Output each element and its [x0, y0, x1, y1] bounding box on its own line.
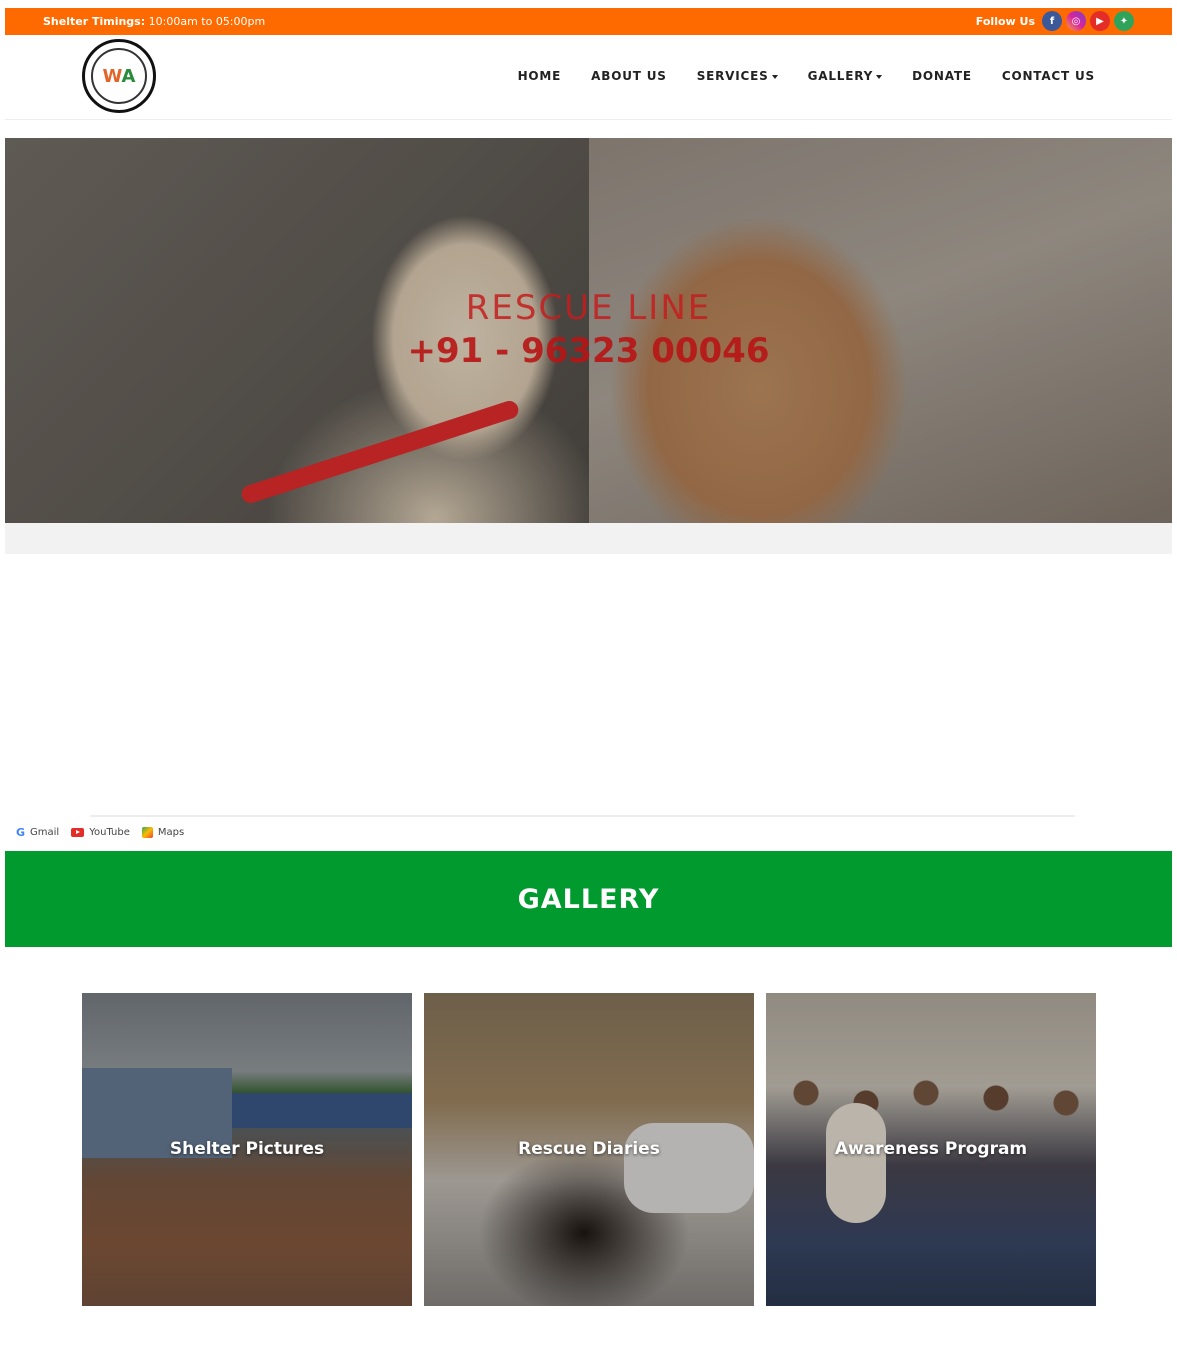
follow-us-label: Follow Us: [975, 14, 1035, 28]
gallery-header-band: GALLERY: [5, 851, 1172, 947]
bookmark-maps-label: Maps: [157, 827, 185, 838]
gallery-title: GALLERY: [517, 883, 660, 915]
chevron-down-icon: [771, 74, 778, 79]
nav-contact-us[interactable]: CONTACT US: [1002, 69, 1095, 83]
nav-gallery-label: GALLERY: [807, 69, 874, 83]
site-header: WA HOME ABOUT US SERVICES GALLERY DONATE…: [5, 35, 1172, 120]
bookmarks-bar: G Gmail YouTube Maps: [16, 826, 184, 839]
logo-mark: WA: [103, 66, 136, 87]
shelter-timings-value: 10:00am to 05:00pm: [145, 15, 266, 28]
shelter-timings-label: Shelter Timings:: [43, 15, 146, 28]
divider-line: [90, 815, 1075, 817]
logo-mark-w: W: [102, 65, 122, 87]
nav-about-us[interactable]: ABOUT US: [591, 69, 667, 83]
main-nav: HOME ABOUT US SERVICES GALLERY DONATE CO…: [518, 69, 1095, 83]
youtube-icon: [71, 828, 85, 837]
nav-gallery[interactable]: GALLERY: [808, 69, 883, 83]
nav-services-label: SERVICES: [696, 69, 769, 83]
bookmark-maps[interactable]: Maps: [141, 826, 185, 839]
nav-donate[interactable]: DONATE: [912, 69, 972, 83]
hero-banner: RESCUE LINE +91 - 96323 00046: [5, 138, 1172, 523]
youtube-icon[interactable]: ▶: [1090, 11, 1110, 31]
gallery-card-rescue-diaries[interactable]: Rescue Diaries: [424, 993, 754, 1306]
gallery-card-label: Awareness Program: [834, 1139, 1028, 1159]
nav-home[interactable]: HOME: [518, 69, 562, 83]
facebook-icon[interactable]: f: [1042, 11, 1062, 31]
top-info-bar: Shelter Timings: 10:00am to 05:00pm Foll…: [5, 8, 1172, 35]
instagram-icon[interactable]: ◎: [1066, 11, 1086, 31]
gallery-card-label: Rescue Diaries: [518, 1139, 660, 1159]
site-logo[interactable]: WA: [82, 39, 156, 113]
logo-mark-a: A: [121, 65, 136, 87]
chevron-down-icon: [876, 74, 883, 79]
gallery-card-awareness-program[interactable]: Awareness Program: [766, 993, 1096, 1306]
bookmark-youtube[interactable]: YouTube: [71, 826, 130, 839]
hero-bottom-strip: [5, 523, 1172, 554]
google-icon: G: [16, 826, 26, 839]
nav-services[interactable]: SERVICES: [697, 69, 778, 83]
maps-icon: [141, 827, 153, 838]
shelter-timings: Shelter Timings: 10:00am to 05:00pm: [43, 15, 265, 28]
bookmark-gmail[interactable]: G Gmail: [16, 826, 59, 839]
maps-icon[interactable]: ✦: [1114, 11, 1134, 31]
bookmark-youtube-label: YouTube: [89, 827, 130, 838]
hero-phone[interactable]: +91 - 96323 00046: [5, 331, 1172, 371]
gallery-cards: Shelter Pictures Rescue Diaries Awarenes…: [82, 993, 1096, 1306]
follow-us: Follow Us f ◎ ▶ ✦: [976, 11, 1134, 31]
hero-title: RESCUE LINE: [465, 288, 712, 328]
bookmark-gmail-label: Gmail: [30, 827, 60, 838]
gallery-card-label: Shelter Pictures: [169, 1139, 325, 1159]
gallery-card-shelter-pictures[interactable]: Shelter Pictures: [82, 993, 412, 1306]
